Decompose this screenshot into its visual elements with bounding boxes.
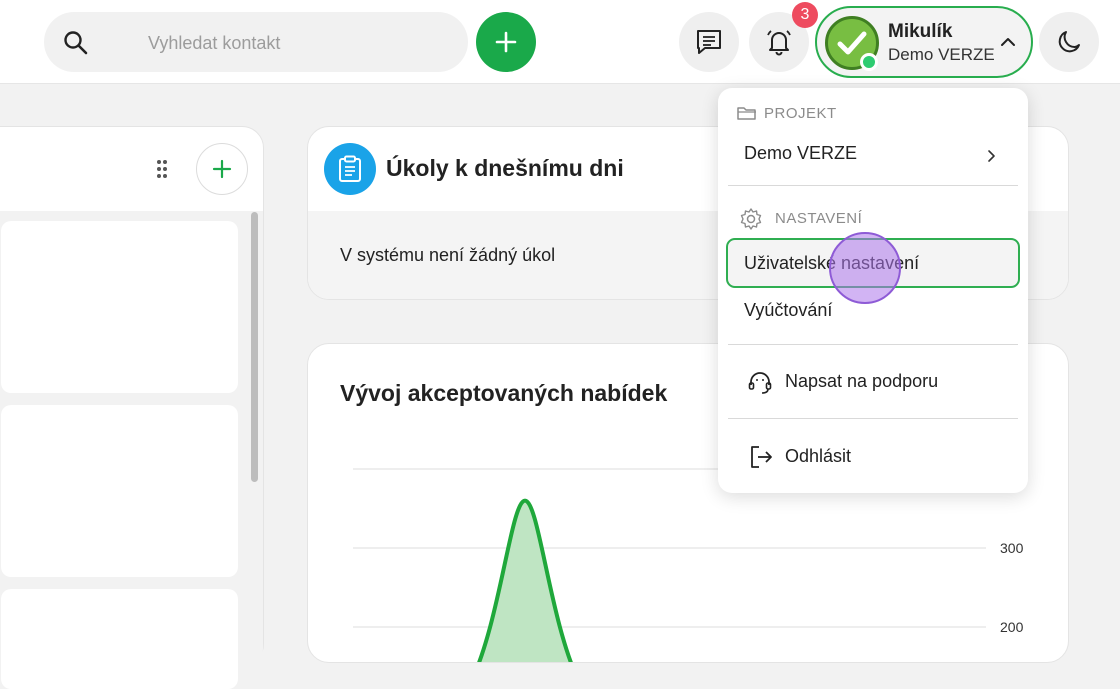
plus-icon [495,31,517,53]
dark-mode-toggle[interactable] [1039,12,1099,72]
search-input[interactable] [148,30,448,56]
menu-item-support-label: Napsat na podporu [785,371,939,391]
online-status-dot [860,53,878,71]
menu-item-logout[interactable]: Odhlásit [744,444,1014,472]
search-icon [64,31,88,55]
card-header [0,127,263,211]
menu-item-billing[interactable]: Vyúčtování [744,300,832,321]
moon-icon [1058,31,1080,53]
gear-icon [740,208,762,230]
list-item[interactable] [1,589,238,689]
user-company: Demo VERZE [888,45,995,64]
list-item[interactable] [1,405,238,577]
menu-item-project-label: Demo VERZE [744,143,858,163]
user-name: Mikulík [888,21,953,42]
top-bar: 3 Mikulík Demo VERZE [0,0,1120,84]
add-button[interactable] [476,12,536,72]
tasks-empty-message: V systému není žádný úkol [340,245,556,265]
card-add-button[interactable] [196,143,248,195]
y-tick-label: 300 [1000,540,1024,556]
headset-icon [748,372,772,394]
chevron-right-icon [988,150,995,162]
contacts-card [0,126,264,689]
bell-icon [767,30,791,56]
plus-icon [212,159,232,179]
clipboard-icon [339,155,361,182]
messages-button[interactable] [679,12,739,72]
project-section-label: PROJEKT [764,105,837,122]
list-item[interactable] [1,221,238,393]
click-indicator [829,232,901,304]
drag-handle-icon[interactable] [156,159,168,179]
menu-item-project[interactable]: Demo VERZE [744,143,1004,171]
y-tick-label: 200 [1000,619,1024,635]
menu-divider [728,344,1018,345]
menu-item-logout-label: Odhlásit [785,446,852,466]
menu-divider [728,418,1018,419]
search-bar[interactable] [44,12,468,72]
card-body [0,211,263,689]
notification-badge: 3 [792,2,818,28]
user-menu-button[interactable]: Mikulík Demo VERZE [815,6,1033,78]
menu-divider [728,185,1018,186]
clipboard-icon-badge [324,143,376,195]
tasks-title: Úkoly k dnešnímu dni [386,155,624,181]
message-icon [697,30,721,54]
menu-item-support[interactable]: Napsat na podporu [744,369,1014,397]
logout-icon [751,446,772,468]
chevron-up-icon [1001,38,1015,46]
scrollbar[interactable] [251,212,258,482]
folder-icon [737,107,756,120]
settings-section-label: NASTAVENÍ [775,210,863,227]
